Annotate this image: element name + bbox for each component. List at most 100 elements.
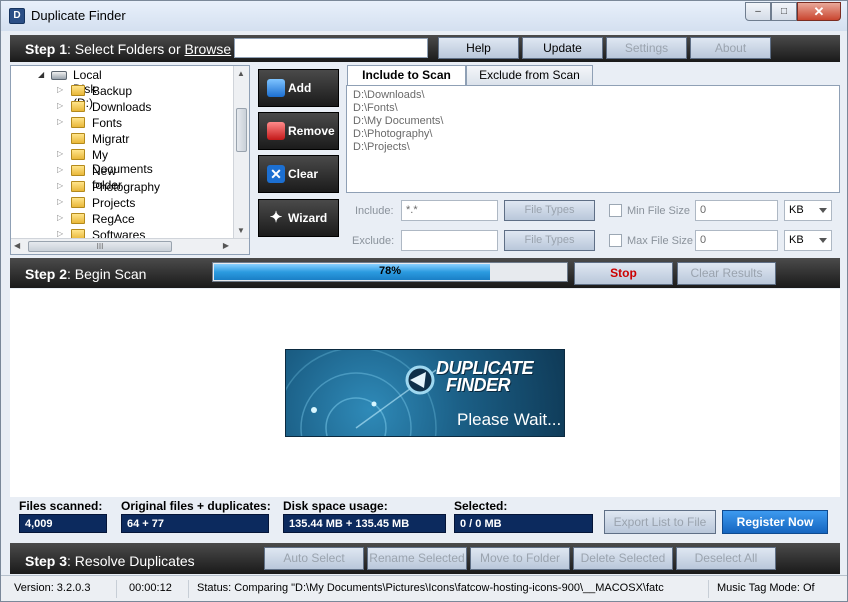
include-list-item[interactable]: D:\Fonts\ bbox=[353, 102, 398, 114]
stop-button[interactable]: Stop bbox=[574, 262, 673, 285]
step3-bar: Step 3: Resolve Duplicates Auto Select R… bbox=[10, 543, 840, 574]
wizard-button[interactable]: ✦ Wizard bbox=[258, 199, 339, 237]
exclude-filter-label: Exclude: bbox=[352, 235, 395, 247]
delete-selected-button[interactable]: Delete Selected bbox=[573, 547, 673, 570]
please-wait-text: Please Wait... bbox=[457, 410, 562, 429]
include-list-item[interactable]: D:\My Documents\ bbox=[353, 115, 443, 127]
min-size-unit-select[interactable]: KB bbox=[784, 200, 832, 221]
include-file-types-button[interactable]: File Types bbox=[504, 200, 595, 221]
help-button[interactable]: Help bbox=[438, 37, 519, 59]
expand-arrow-icon[interactable]: ▷ bbox=[57, 165, 63, 174]
app-window: D Duplicate Finder – □ ✕ Step 1: Select … bbox=[0, 0, 848, 602]
title-bar: D Duplicate Finder – □ ✕ bbox=[1, 1, 847, 31]
chevron-down-icon bbox=[819, 208, 827, 213]
step1-title: Step 1: Select Folders or Browse bbox=[25, 41, 232, 57]
scan-progress-bar: 78% bbox=[212, 262, 568, 282]
scroll-down-icon[interactable]: ▼ bbox=[237, 226, 245, 235]
selected-label: Selected: bbox=[454, 499, 508, 513]
exclude-file-types-button[interactable]: File Types bbox=[504, 230, 595, 251]
exclude-filter-input[interactable] bbox=[401, 230, 498, 251]
version-text: Version: 3.2.0.3 bbox=[10, 580, 117, 598]
max-size-input[interactable]: 0 bbox=[695, 230, 778, 251]
about-button[interactable]: About bbox=[690, 37, 771, 59]
include-list-item[interactable]: D:\Downloads\ bbox=[353, 89, 425, 101]
maximize-button[interactable]: □ bbox=[771, 2, 797, 21]
tree-folder-label: Fonts bbox=[92, 116, 123, 130]
music-tag-mode: Music Tag Mode: Of bbox=[717, 582, 815, 594]
hscroll-thumb[interactable]: III bbox=[28, 241, 172, 252]
clear-results-button[interactable]: Clear Results bbox=[677, 262, 776, 285]
expand-arrow-icon[interactable]: ▷ bbox=[57, 197, 63, 206]
remove-arrow-icon bbox=[267, 122, 285, 140]
tab-include[interactable]: Include to Scan bbox=[347, 65, 466, 86]
rename-selected-button[interactable]: Rename Selected bbox=[367, 547, 467, 570]
min-size-input[interactable]: 0 bbox=[695, 200, 778, 221]
scroll-thumb[interactable] bbox=[236, 108, 247, 152]
tab-exclude[interactable]: Exclude from Scan bbox=[466, 65, 593, 86]
scroll-up-icon[interactable]: ▲ bbox=[237, 69, 245, 78]
folder-icon bbox=[71, 149, 85, 160]
include-filter-input[interactable]: *.* bbox=[401, 200, 498, 221]
folder-icon bbox=[71, 197, 85, 208]
include-filter-label: Include: bbox=[355, 205, 394, 217]
selected-value: 0 / 0 MB bbox=[454, 514, 593, 533]
include-list-item[interactable]: D:\Photography\ bbox=[353, 128, 433, 140]
folder-icon bbox=[71, 117, 85, 128]
max-size-label: Max File Size bbox=[627, 235, 694, 247]
files-scanned-label: Files scanned: bbox=[19, 499, 103, 513]
tree-folder-label: Projects bbox=[92, 196, 136, 210]
please-wait-banner: DUPLICATE FINDER Please Wait... bbox=[285, 349, 565, 437]
include-list-item[interactable]: D:\Projects\ bbox=[353, 141, 410, 153]
expand-arrow-icon[interactable]: ▷ bbox=[57, 213, 63, 222]
auto-select-button[interactable]: Auto Select bbox=[264, 547, 364, 570]
include-list-panel[interactable]: D:\Downloads\ D:\Fonts\ D:\My Documents\ D:… bbox=[346, 85, 840, 193]
expand-arrow-icon[interactable]: ▷ bbox=[57, 101, 63, 110]
update-button[interactable]: Update bbox=[522, 37, 603, 59]
step3-title: Step 3: Resolve Duplicates bbox=[25, 553, 195, 569]
minimize-button[interactable]: – bbox=[745, 2, 771, 21]
scroll-left-icon[interactable]: ◀ bbox=[14, 241, 20, 250]
wizard-wand-icon: ✦ bbox=[269, 209, 283, 226]
folder-icon bbox=[71, 133, 85, 144]
folder-icon bbox=[71, 213, 85, 224]
folder-icon bbox=[71, 165, 85, 176]
min-size-label: Min File Size bbox=[627, 205, 690, 217]
tree-folder-label: Backup bbox=[92, 84, 133, 98]
expand-arrow-icon[interactable]: ▷ bbox=[57, 229, 63, 238]
disk-usage-label: Disk space usage: bbox=[283, 499, 388, 513]
expand-arrow-icon[interactable]: ▷ bbox=[57, 117, 63, 126]
disk-usage-value: 135.44 MB + 135.45 MB bbox=[283, 514, 446, 533]
banner-logo-text: DUPLICATE FINDER bbox=[436, 358, 534, 395]
remove-button[interactable]: Remove bbox=[258, 112, 339, 150]
move-to-folder-button[interactable]: Move to Folder bbox=[470, 547, 570, 570]
browse-link[interactable]: Browse bbox=[185, 41, 232, 57]
deselect-all-button[interactable]: Deselect All bbox=[676, 547, 776, 570]
path-input[interactable] bbox=[234, 38, 428, 58]
max-size-checkbox[interactable] bbox=[609, 234, 622, 247]
close-button[interactable]: ✕ bbox=[797, 2, 841, 21]
folder-icon bbox=[71, 181, 85, 192]
folder-icon bbox=[71, 85, 85, 96]
folder-icon bbox=[71, 101, 85, 112]
settings-button[interactable]: Settings bbox=[606, 37, 687, 59]
min-size-checkbox[interactable] bbox=[609, 204, 622, 217]
export-list-button[interactable]: Export List to File bbox=[604, 510, 716, 534]
expanded-arrow-icon: ◢ bbox=[38, 70, 45, 79]
tree-horizontal-scrollbar[interactable]: ◀ III ▶ bbox=[11, 238, 249, 254]
clear-button[interactable]: ✕ Clear bbox=[258, 155, 339, 193]
tree-vertical-scrollbar[interactable]: ▲ ▼ bbox=[233, 66, 249, 238]
status-bar: Version: 3.2.0.3 00:00:12 Status: Compar… bbox=[1, 575, 847, 601]
expand-arrow-icon[interactable]: ▷ bbox=[57, 85, 63, 94]
original-duplicates-label: Original files + duplicates: bbox=[121, 499, 271, 513]
max-size-unit-select[interactable]: KB bbox=[784, 230, 832, 251]
folder-tree[interactable]: ◢ Local Disk (D:) ▷Backup▷Downloads▷Font… bbox=[10, 65, 250, 255]
register-now-button[interactable]: Register Now bbox=[722, 510, 828, 534]
expand-arrow-icon[interactable]: ▷ bbox=[57, 181, 63, 190]
elapsed-time: 00:00:12 bbox=[125, 580, 189, 598]
original-duplicates-value: 64 + 77 bbox=[121, 514, 269, 533]
step1-bar: Step 1: Select Folders or Browse Help Up… bbox=[10, 35, 840, 62]
scroll-right-icon[interactable]: ▶ bbox=[223, 241, 229, 250]
tree-folder-label: Downloads bbox=[92, 100, 152, 114]
add-button[interactable]: Add bbox=[258, 69, 339, 107]
expand-arrow-icon[interactable]: ▷ bbox=[57, 149, 63, 158]
